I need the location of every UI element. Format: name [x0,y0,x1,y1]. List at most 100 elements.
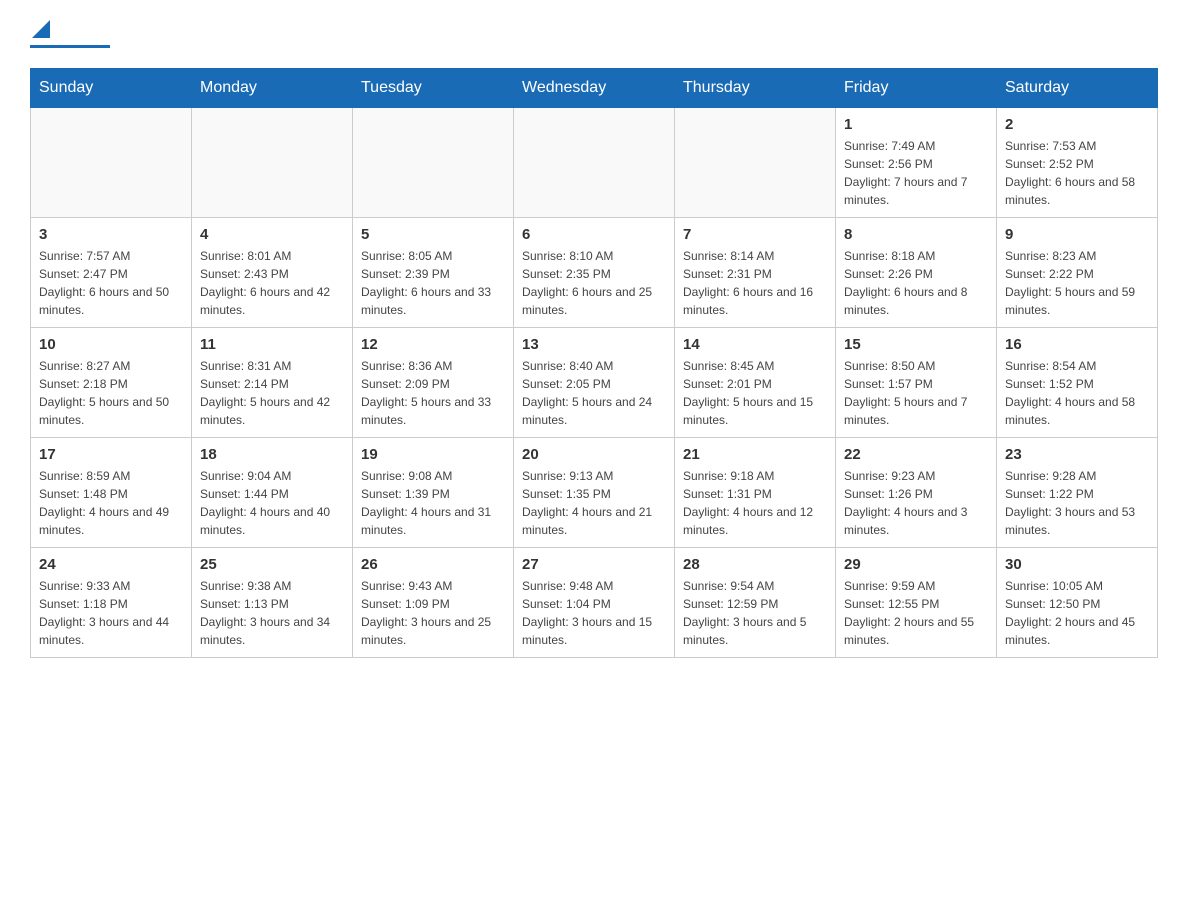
day-info: Sunrise: 8:14 AM Sunset: 2:31 PM Dayligh… [683,247,827,319]
calendar-cell: 28 Sunrise: 9:54 AM Sunset: 12:59 PM Dayl… [675,548,836,658]
day-info: Sunrise: 10:05 AM Sunset: 12:50 PM Dayli… [1005,577,1149,649]
calendar-cell [192,108,353,218]
day-number: 2 [1005,116,1149,133]
calendar-cell: 20 Sunrise: 9:13 AM Sunset: 1:35 PM Dayli… [514,438,675,548]
calendar-cell: 23 Sunrise: 9:28 AM Sunset: 1:22 PM Dayli… [997,438,1158,548]
day-number: 26 [361,556,505,573]
day-number: 5 [361,226,505,243]
col-thursday: Thursday [675,69,836,108]
day-number: 16 [1005,336,1149,353]
calendar-cell: 15Sunrise: 8:50 AM Sunset: 1:57 PM Dayli… [836,328,997,438]
calendar-cell [31,108,192,218]
calendar-cell: 22Sunrise: 9:23 AM Sunset: 1:26 PM Dayli… [836,438,997,548]
calendar-cell: 13 Sunrise: 8:40 AM Sunset: 2:05 PM Dayli… [514,328,675,438]
col-tuesday: Tuesday [353,69,514,108]
day-number: 20 [522,446,666,463]
day-number: 13 [522,336,666,353]
header [30,20,1158,48]
calendar-week-row: 3 Sunrise: 7:57 AM Sunset: 2:47 PM Daylig… [31,218,1158,328]
day-info: Sunrise: 8:18 AM Sunset: 2:26 PM Dayligh… [844,247,988,319]
day-number: 21 [683,446,827,463]
calendar-week-row: 17 Sunrise: 8:59 AM Sunset: 1:48 PM Dayli… [31,438,1158,548]
calendar-cell: 21 Sunrise: 9:18 AM Sunset: 1:31 PM Dayli… [675,438,836,548]
day-info: Sunrise: 8:31 AM Sunset: 2:14 PM Dayligh… [200,357,344,429]
calendar-cell: 17 Sunrise: 8:59 AM Sunset: 1:48 PM Dayli… [31,438,192,548]
logo-triangle-icon [32,20,50,38]
day-info: Sunrise: 9:54 AM Sunset: 12:59 PM Daylig… [683,577,827,649]
day-info: Sunrise: 7:57 AM Sunset: 2:47 PM Dayligh… [39,247,183,319]
calendar-cell: 2 Sunrise: 7:53 AM Sunset: 2:52 PM Daylig… [997,108,1158,218]
calendar-week-row: 1 Sunrise: 7:49 AM Sunset: 2:56 PM Daylig… [31,108,1158,218]
day-number: 25 [200,556,344,573]
day-info: Sunrise: 9:43 AM Sunset: 1:09 PM Dayligh… [361,577,505,649]
day-number: 17 [39,446,183,463]
calendar-cell: 16 Sunrise: 8:54 AM Sunset: 1:52 PM Dayli… [997,328,1158,438]
day-info: Sunrise: 9:33 AM Sunset: 1:18 PM Dayligh… [39,577,183,649]
day-number: 27 [522,556,666,573]
day-number: 9 [1005,226,1149,243]
day-number: 15 [844,336,988,353]
calendar-cell: 5 Sunrise: 8:05 AM Sunset: 2:39 PM Daylig… [353,218,514,328]
calendar-cell: 29Sunrise: 9:59 AM Sunset: 12:55 PM Dayl… [836,548,997,658]
day-info: Sunrise: 9:28 AM Sunset: 1:22 PM Dayligh… [1005,467,1149,539]
day-number: 14 [683,336,827,353]
day-number: 19 [361,446,505,463]
calendar-cell: 1 Sunrise: 7:49 AM Sunset: 2:56 PM Daylig… [836,108,997,218]
calendar-cell: 3 Sunrise: 7:57 AM Sunset: 2:47 PM Daylig… [31,218,192,328]
day-number: 23 [1005,446,1149,463]
day-number: 10 [39,336,183,353]
day-number: 6 [522,226,666,243]
col-friday: Friday [836,69,997,108]
calendar-cell: 9Sunrise: 8:23 AM Sunset: 2:22 PM Daylig… [997,218,1158,328]
day-info: Sunrise: 8:27 AM Sunset: 2:18 PM Dayligh… [39,357,183,429]
calendar-table: Sunday Monday Tuesday Wednesday Thursday… [30,68,1158,658]
calendar-cell: 25 Sunrise: 9:38 AM Sunset: 1:13 PM Dayli… [192,548,353,658]
day-info: Sunrise: 9:38 AM Sunset: 1:13 PM Dayligh… [200,577,344,649]
calendar-cell: 19 Sunrise: 9:08 AM Sunset: 1:39 PM Dayli… [353,438,514,548]
day-info: Sunrise: 9:18 AM Sunset: 1:31 PM Dayligh… [683,467,827,539]
calendar-cell: 27 Sunrise: 9:48 AM Sunset: 1:04 PM Dayli… [514,548,675,658]
day-info: Sunrise: 8:45 AM Sunset: 2:01 PM Dayligh… [683,357,827,429]
header-row: Sunday Monday Tuesday Wednesday Thursday… [31,69,1158,108]
col-saturday: Saturday [997,69,1158,108]
calendar-cell: 14 Sunrise: 8:45 AM Sunset: 2:01 PM Dayli… [675,328,836,438]
col-sunday: Sunday [31,69,192,108]
day-number: 8 [844,226,988,243]
day-info: Sunrise: 9:48 AM Sunset: 1:04 PM Dayligh… [522,577,666,649]
calendar-cell: 26 Sunrise: 9:43 AM Sunset: 1:09 PM Dayli… [353,548,514,658]
calendar-cell: 6 Sunrise: 8:10 AM Sunset: 2:35 PM Daylig… [514,218,675,328]
day-info: Sunrise: 9:59 AM Sunset: 12:55 PM Daylig… [844,577,988,649]
calendar-cell: 7 Sunrise: 8:14 AM Sunset: 2:31 PM Daylig… [675,218,836,328]
day-info: Sunrise: 8:40 AM Sunset: 2:05 PM Dayligh… [522,357,666,429]
calendar-cell: 10 Sunrise: 8:27 AM Sunset: 2:18 PM Dayli… [31,328,192,438]
day-number: 7 [683,226,827,243]
day-info: Sunrise: 7:49 AM Sunset: 2:56 PM Dayligh… [844,137,988,209]
day-info: Sunrise: 9:08 AM Sunset: 1:39 PM Dayligh… [361,467,505,539]
day-number: 22 [844,446,988,463]
day-number: 24 [39,556,183,573]
day-number: 11 [200,336,344,353]
calendar-cell: 8 Sunrise: 8:18 AM Sunset: 2:26 PM Daylig… [836,218,997,328]
col-wednesday: Wednesday [514,69,675,108]
calendar-cell: 12Sunrise: 8:36 AM Sunset: 2:09 PM Dayli… [353,328,514,438]
day-info: Sunrise: 9:13 AM Sunset: 1:35 PM Dayligh… [522,467,666,539]
day-number: 28 [683,556,827,573]
calendar-cell [514,108,675,218]
logo-underline [30,45,110,48]
col-monday: Monday [192,69,353,108]
day-number: 30 [1005,556,1149,573]
day-info: Sunrise: 8:59 AM Sunset: 1:48 PM Dayligh… [39,467,183,539]
day-info: Sunrise: 8:54 AM Sunset: 1:52 PM Dayligh… [1005,357,1149,429]
day-number: 12 [361,336,505,353]
calendar-week-row: 24 Sunrise: 9:33 AM Sunset: 1:18 PM Dayli… [31,548,1158,658]
calendar-cell: 4 Sunrise: 8:01 AM Sunset: 2:43 PM Daylig… [192,218,353,328]
day-info: Sunrise: 8:05 AM Sunset: 2:39 PM Dayligh… [361,247,505,319]
day-number: 3 [39,226,183,243]
calendar-cell: 18Sunrise: 9:04 AM Sunset: 1:44 PM Dayli… [192,438,353,548]
day-info: Sunrise: 7:53 AM Sunset: 2:52 PM Dayligh… [1005,137,1149,209]
day-info: Sunrise: 8:01 AM Sunset: 2:43 PM Dayligh… [200,247,344,319]
logo-area [30,20,110,48]
day-number: 4 [200,226,344,243]
day-info: Sunrise: 8:10 AM Sunset: 2:35 PM Dayligh… [522,247,666,319]
day-number: 1 [844,116,988,133]
